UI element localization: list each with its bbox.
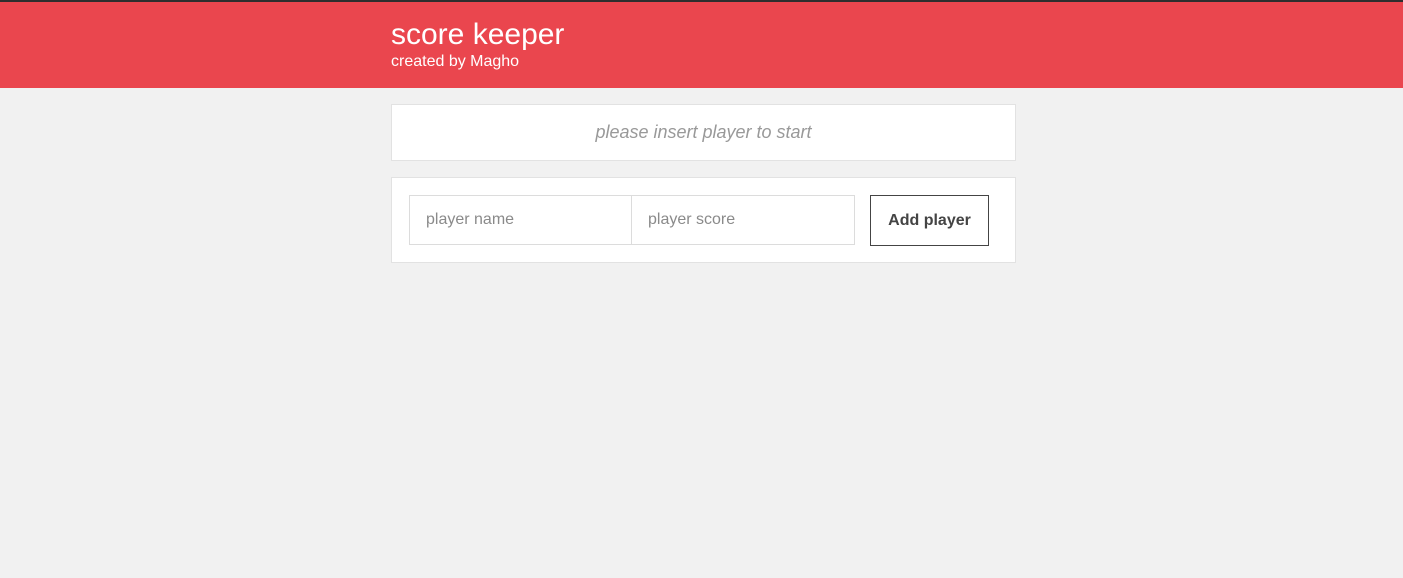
status-panel: please insert player to start xyxy=(391,104,1016,161)
add-player-button[interactable]: Add player xyxy=(870,195,989,246)
status-message: please insert player to start xyxy=(595,122,812,142)
player-score-input[interactable] xyxy=(631,195,855,245)
add-player-form: Add player xyxy=(391,177,1016,263)
app-subtitle: created by Magho xyxy=(391,53,520,70)
app-title: score keeper xyxy=(391,18,565,51)
player-name-input[interactable] xyxy=(409,195,632,245)
app-header: score keeper created by Magho xyxy=(0,2,1403,88)
